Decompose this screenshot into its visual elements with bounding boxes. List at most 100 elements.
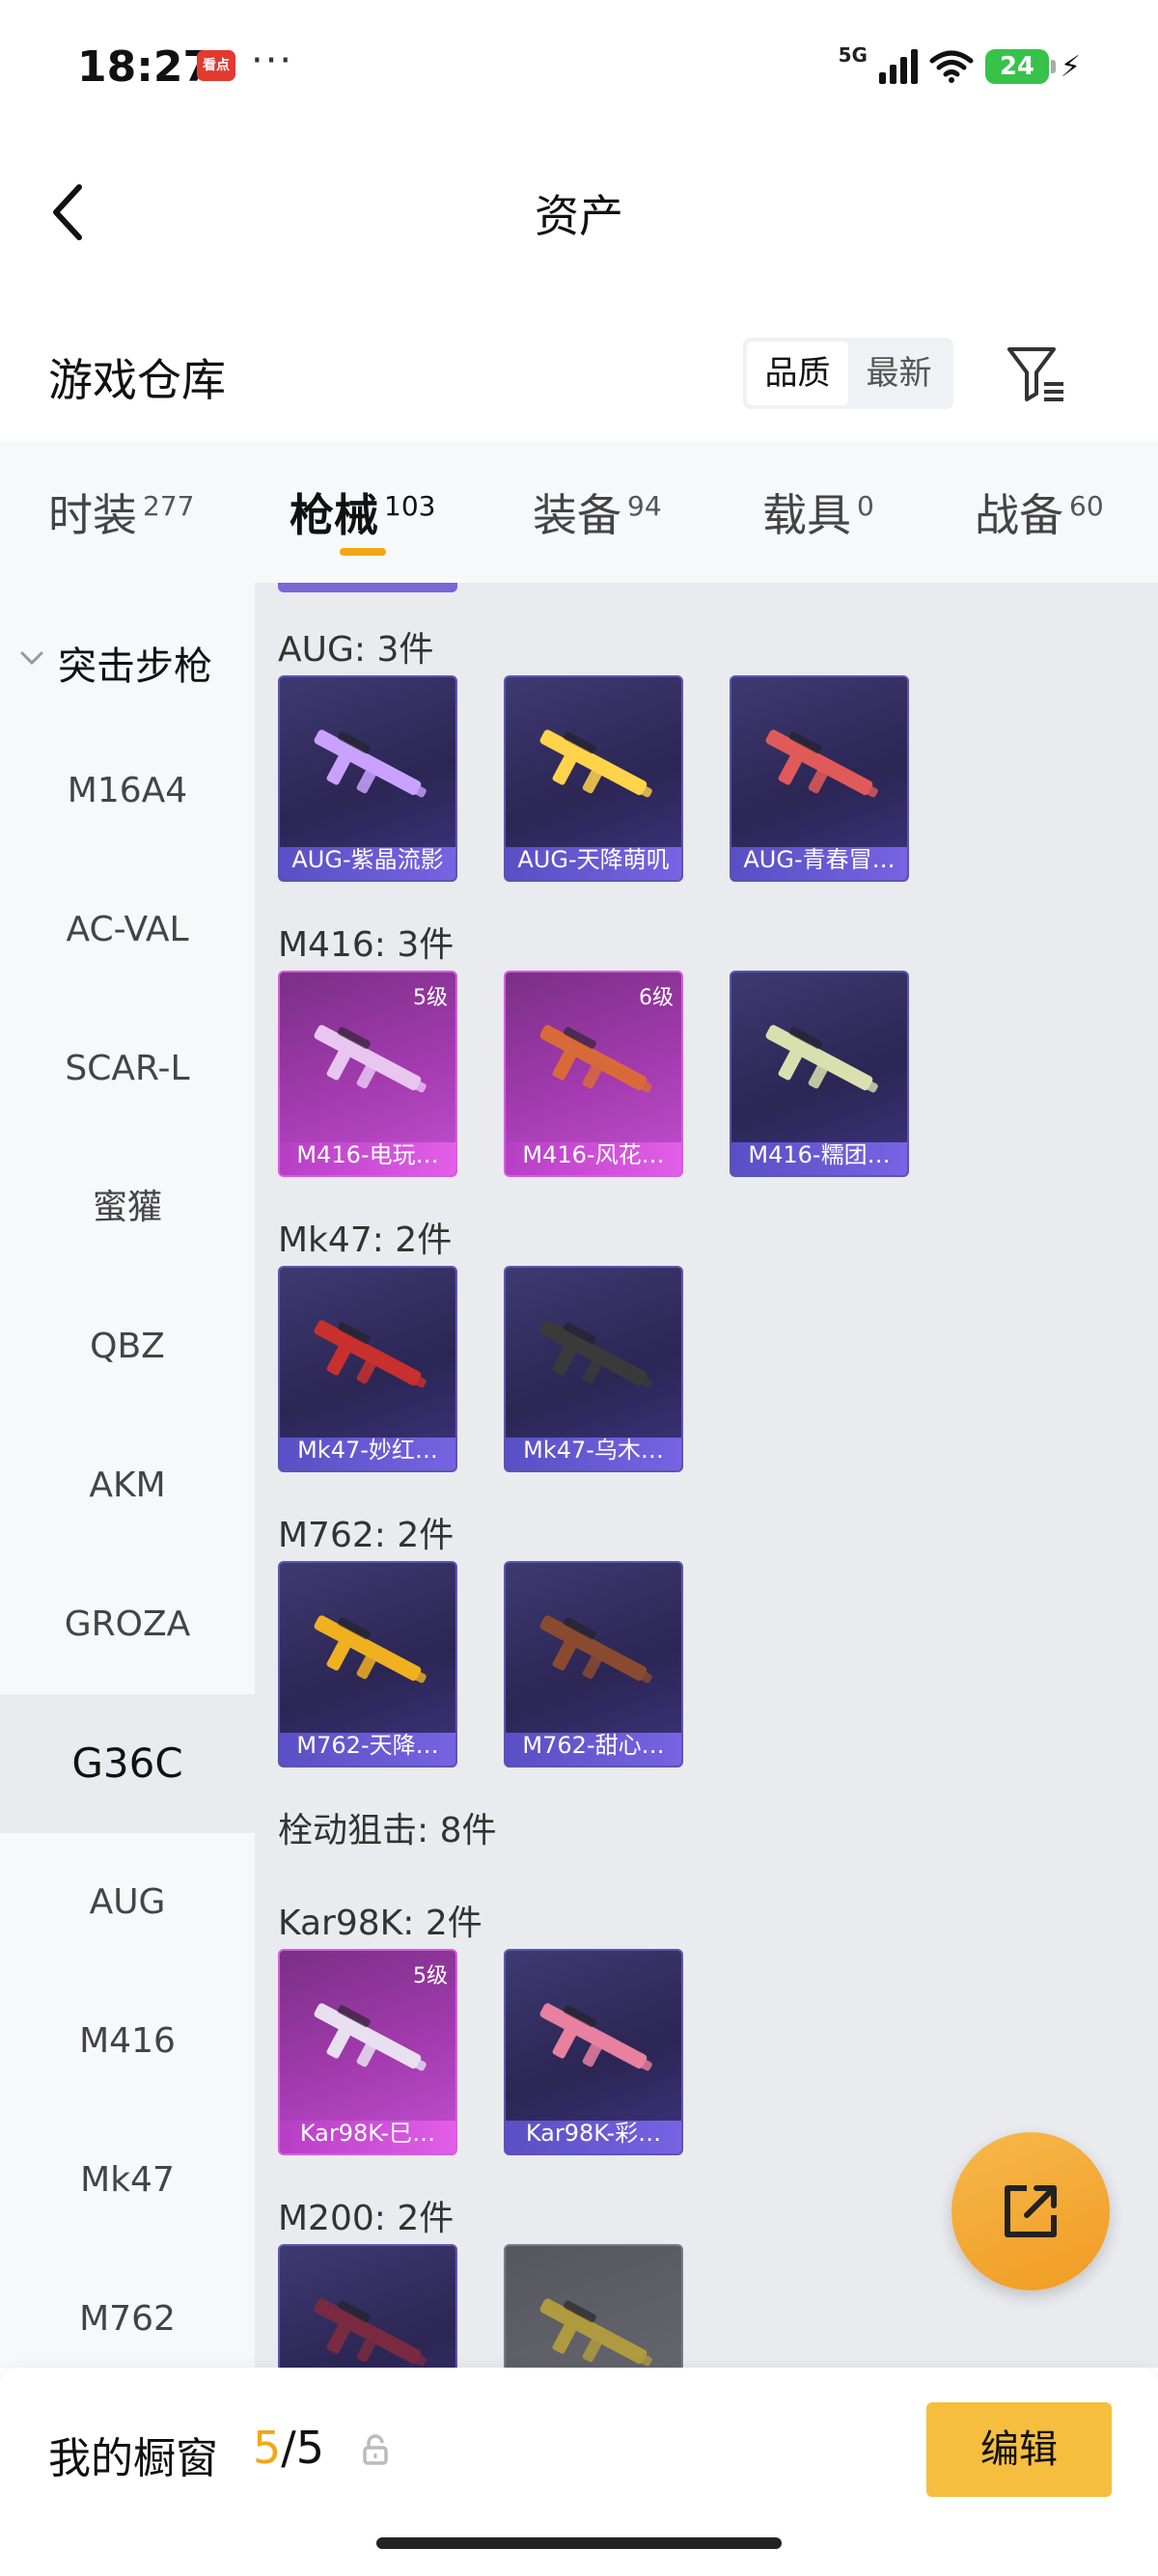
weapon-image	[539, 1320, 652, 1388]
weapon-image	[539, 2003, 652, 2071]
weapon-skin-name: Kar98K-巳…	[299, 2120, 436, 2147]
section-label: M416: 3件	[278, 925, 455, 965]
wifi-icon	[929, 50, 974, 83]
weapon-skin-name: AUG-青春冒…	[743, 846, 896, 873]
sidebar-item[interactable]: Mk47	[0, 2111, 255, 2250]
weapon-level-badge: 5级	[413, 986, 448, 1010]
showcase-panel: 我的橱窗 5/5 编辑	[0, 2368, 1158, 2576]
sort-newest-button[interactable]: 最新	[848, 342, 950, 405]
weapon-skin-card[interactable]: M762-天降…	[278, 1561, 457, 1768]
sort-quality-button[interactable]: 品质	[747, 342, 848, 405]
sidebar-group-assault-rifles[interactable]: 突击步枪	[0, 621, 255, 699]
weapon-skin-card[interactable]: M416-糯团…	[730, 971, 909, 1177]
weapon-image	[314, 2003, 427, 2071]
weapon-skin-name: M416-糯团…	[748, 1141, 891, 1168]
weapon-skin-card[interactable]	[278, 2244, 457, 2368]
weapon-skin-name: M762-天降…	[296, 1732, 439, 1759]
tab-weapons[interactable]: 枪械 103	[290, 480, 435, 544]
share-button[interactable]	[951, 2132, 1110, 2290]
weapon-image	[539, 1615, 652, 1684]
tab-count: 103	[384, 490, 436, 522]
sidebar-group-label: 突击步枪	[58, 644, 212, 689]
edit-button[interactable]: 编辑	[926, 2402, 1112, 2497]
more-notifications-icon: ···	[251, 39, 294, 83]
section-label: 栓动狙击: 8件	[278, 1811, 497, 1850]
weapon-grid: AUG: 3件 AUG-紫晶流影 AUG-天降萌叽 AUG-青春冒… M416: 3件 5…	[255, 583, 1158, 2368]
weapon-skin-card[interactable]: 6级 M416-风花…	[504, 971, 683, 1177]
tab-combat-supplies[interactable]: 战备 60	[975, 480, 1104, 544]
home-indicator[interactable]	[376, 2537, 782, 2549]
battery-icon: 24	[984, 49, 1056, 84]
weapon-skin-card[interactable]: 5级 Kar98K-巳…	[278, 1949, 457, 2155]
sidebar-item[interactable]: AUG	[0, 1833, 255, 1972]
weapon-skin-name: AUG-天降萌叽	[517, 846, 670, 873]
tab-label: 装备	[533, 489, 621, 541]
section-label: AUG: 3件	[278, 630, 434, 670]
category-tabs: 时装 277 枪械 103 装备 94 载具 0 战备 60	[0, 442, 1158, 583]
weapon-image	[314, 1615, 427, 1684]
showcase-separator: /	[281, 2422, 296, 2474]
weapon-image	[314, 2298, 427, 2367]
tab-fashion[interactable]: 时装 277	[48, 480, 194, 544]
tab-vehicles[interactable]: 载具 0	[762, 480, 874, 544]
weapon-skin-card[interactable]: Kar98K-彩…	[504, 1949, 683, 2155]
status-bar: 18:27 看点 ··· 5G 24 ⚡	[0, 0, 1158, 135]
weapon-skin-card[interactable]: AUG-青春冒…	[730, 675, 909, 882]
weapon-skin-name: Mk47-乌木…	[523, 1437, 664, 1464]
weapon-image	[765, 729, 878, 798]
weapon-skin-card[interactable]: AUG-天降萌叽	[504, 675, 683, 882]
tab-count: 60	[1069, 490, 1104, 522]
tab-label: 载具	[762, 489, 851, 541]
section-label: Kar98K: 2件	[278, 1904, 482, 1943]
sidebar-item[interactable]: M416	[0, 1972, 255, 2111]
weapon-image	[314, 729, 427, 798]
weapon-skin-card[interactable]: M762-甜心…	[504, 1561, 683, 1768]
tab-equipment[interactable]: 装备 94	[533, 480, 662, 544]
weapon-image	[314, 1320, 427, 1388]
active-tab-indicator	[340, 548, 386, 556]
weapon-skin-name: Kar98K-彩…	[525, 2120, 662, 2147]
sidebar-item[interactable]: GROZA	[0, 1555, 255, 1694]
sidebar-item[interactable]: 蜜獾	[0, 1138, 255, 1277]
weapon-skin-card[interactable]: AUG-紫晶流影	[278, 675, 457, 882]
signal-icon	[878, 49, 918, 84]
showcase-total: 5	[295, 2422, 325, 2474]
section-label: M762: 2件	[278, 1516, 455, 1555]
weapon-skin-name: Mk47-妙红…	[297, 1437, 438, 1464]
filter-icon[interactable]	[1004, 342, 1067, 405]
weapon-skin-card[interactable]: Mk47-乌木…	[504, 1266, 683, 1472]
weapon-skin-card[interactable]: Mk47-妙红…	[278, 1266, 457, 1472]
section-label: M200: 2件	[278, 2199, 455, 2238]
weapon-skin-name: AUG-紫晶流影	[291, 846, 444, 873]
showcase-count: 5/5	[253, 2422, 324, 2474]
weapon-type-sidebar: 突击步枪 M16A4 AC-VAL SCAR-L 蜜獾 QBZ AKM GROZ…	[0, 583, 255, 2368]
tab-label: 时装	[48, 489, 137, 541]
network-type: 5G	[838, 43, 868, 67]
sidebar-item[interactable]: AKM	[0, 1416, 255, 1555]
sidebar-item[interactable]: SCAR-L	[0, 1000, 255, 1138]
previous-card-edge	[278, 583, 457, 592]
weapon-skin-card[interactable]: 5级 M416-电玩…	[278, 971, 457, 1177]
showcase-current: 5	[253, 2422, 282, 2474]
section-label: Mk47: 2件	[278, 1220, 453, 1260]
weapon-image	[539, 2298, 652, 2367]
share-icon	[1005, 2185, 1057, 2237]
weapon-skin-name: M762-甜心…	[522, 1732, 665, 1759]
status-time: 18:27	[77, 42, 213, 92]
weapon-level-badge: 6级	[639, 986, 674, 1010]
tab-count: 94	[627, 490, 662, 522]
tab-count: 0	[857, 490, 874, 522]
weapon-image	[314, 1025, 427, 1093]
weapon-image	[539, 729, 652, 798]
sidebar-item[interactable]: AC-VAL	[0, 861, 255, 1000]
warehouse-title: 游戏仓库	[48, 354, 226, 406]
weapon-image	[539, 1025, 652, 1093]
weapon-level-badge: 5级	[413, 1964, 448, 1988]
tab-count: 277	[143, 490, 195, 522]
weapon-skin-card[interactable]	[504, 2244, 683, 2368]
weapon-skin-name: M416-电玩…	[296, 1141, 439, 1168]
sidebar-item-active[interactable]: G36C	[0, 1694, 255, 1833]
sort-toggle: 品质 最新	[743, 338, 953, 409]
sidebar-item[interactable]: M16A4	[0, 722, 255, 861]
sidebar-item[interactable]: QBZ	[0, 1277, 255, 1416]
